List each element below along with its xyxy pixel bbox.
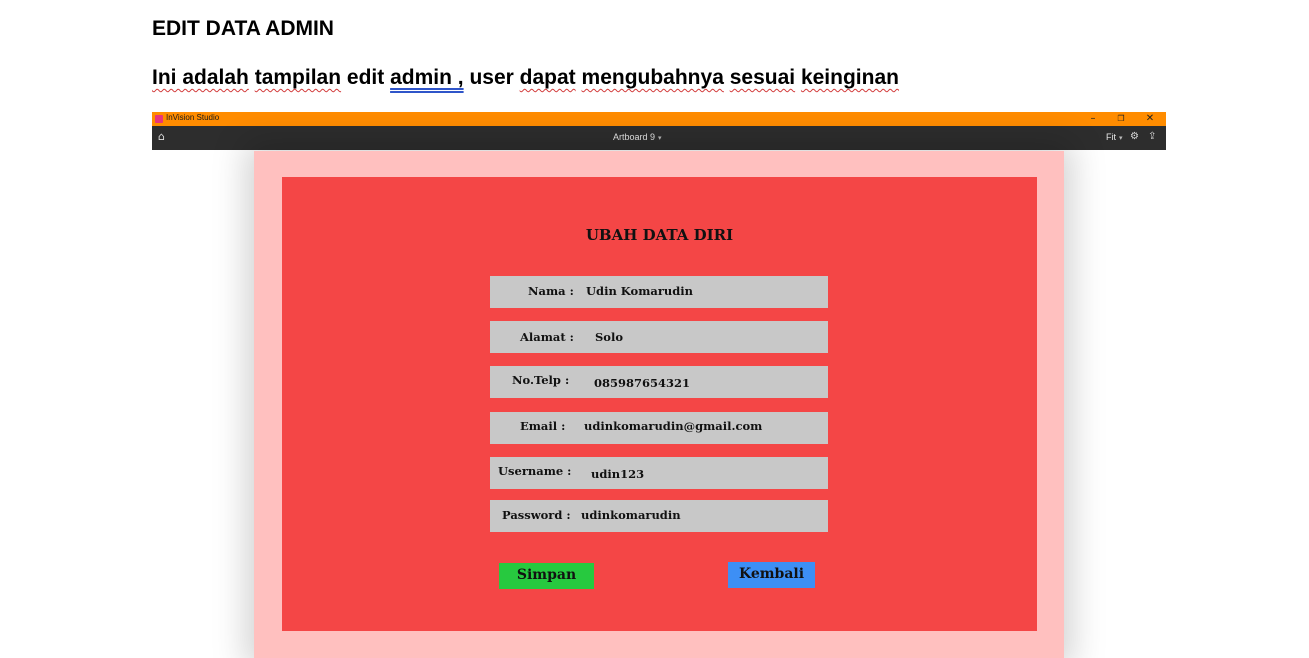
document-heading: EDIT DATA ADMIN xyxy=(152,17,334,40)
minimize-button[interactable]: – xyxy=(1080,112,1106,126)
back-button[interactable]: Kembali xyxy=(728,562,815,588)
caption-word: edit xyxy=(346,66,385,89)
document-caption: Ini adalah tampilan edit admin , user da… xyxy=(152,66,899,90)
field-value: udinkomarudin xyxy=(581,508,681,522)
caption-word: mengubahnya xyxy=(581,66,724,89)
close-button[interactable]: ✕ xyxy=(1137,112,1163,126)
email-field[interactable]: Email : udinkomarudin@gmail.com xyxy=(490,412,828,444)
field-label: Password : xyxy=(502,508,571,522)
gear-icon[interactable]: ⚙ xyxy=(1130,131,1139,142)
address-field[interactable]: Alamat : Solo xyxy=(490,321,828,353)
phone-field[interactable]: No.Telp : 085987654321 xyxy=(490,366,828,398)
caption-word: Ini adalah xyxy=(152,66,249,89)
field-label: Alamat : xyxy=(520,330,574,344)
field-value: udin123 xyxy=(591,467,645,481)
field-value: Udin Komarudin xyxy=(586,284,694,298)
share-icon[interactable]: ⇪ xyxy=(1148,131,1156,142)
field-value: udinkomarudin@gmail.com xyxy=(584,419,763,433)
form-title: UBAH DATA DIRI xyxy=(585,226,734,244)
caption-word: tampilan xyxy=(254,66,342,89)
artboard-name: Artboard 9 xyxy=(613,132,656,142)
field-label: Nama : xyxy=(528,284,574,298)
title-bar: InVision Studio – ❐ ✕ xyxy=(152,112,1166,126)
caption-word: user xyxy=(469,66,514,89)
invision-logo-icon xyxy=(155,115,163,123)
zoom-selector[interactable]: Fit ▾ xyxy=(1106,132,1123,142)
field-value: Solo xyxy=(595,330,624,344)
zoom-label: Fit xyxy=(1106,132,1116,142)
chevron-down-icon: ▾ xyxy=(658,135,662,142)
artboard: UBAH DATA DIRI Nama : Udin Komarudin Ala… xyxy=(254,151,1064,658)
chevron-down-icon: ▾ xyxy=(1119,135,1123,142)
artboard-selector[interactable]: Artboard 9 ▾ xyxy=(613,132,662,142)
edit-form-panel: UBAH DATA DIRI Nama : Udin Komarudin Ala… xyxy=(282,177,1037,631)
password-field[interactable]: Password : udinkomarudin xyxy=(490,500,828,532)
field-value: 085987654321 xyxy=(594,376,691,390)
home-icon[interactable]: ⌂ xyxy=(158,130,165,143)
invision-studio-window: InVision Studio – ❐ ✕ ⌂ Artboard 9 ▾ Fit ▾… xyxy=(152,112,1166,658)
field-label: Email : xyxy=(520,419,566,433)
caption-word: keinginan xyxy=(800,66,899,89)
save-button[interactable]: Simpan xyxy=(499,563,594,589)
field-label: Username : xyxy=(498,464,572,478)
name-field[interactable]: Nama : Udin Komarudin xyxy=(490,276,828,308)
field-label: No.Telp : xyxy=(512,373,570,387)
caption-word: admin , xyxy=(390,66,464,89)
caption-word: dapat xyxy=(519,66,576,89)
caption-word: sesuai xyxy=(729,66,796,89)
app-title: InVision Studio xyxy=(166,113,220,122)
toolbar: ⌂ Artboard 9 ▾ Fit ▾ ⚙ ⇪ xyxy=(152,126,1166,150)
restore-button[interactable]: ❐ xyxy=(1108,112,1134,126)
username-field[interactable]: Username : udin123 xyxy=(490,457,828,489)
